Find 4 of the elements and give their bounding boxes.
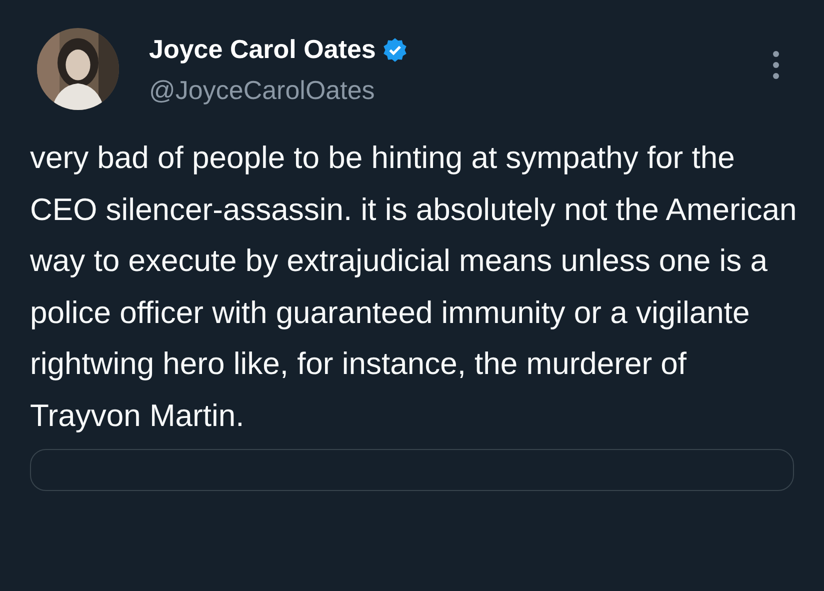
more-options-icon[interactable] [772, 50, 780, 80]
author-handle[interactable]: @JoyceCarolOates [149, 75, 408, 106]
author-name[interactable]: Joyce Carol Oates [149, 34, 376, 65]
tweet-text: very bad of people to be hinting at sympathy for the CEO silencer-assassin. it is absolutely not the American way to execute by extrajudicial means unless one is a police officer with guaranteed immunity or a vigilante rightwing hero like, for instance, the murderer of Trayvon Martin. [30, 139, 798, 434]
